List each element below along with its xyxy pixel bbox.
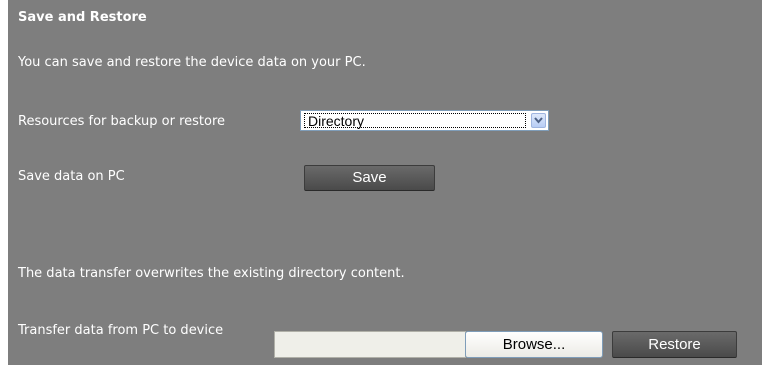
save-restore-panel: Save and Restore You can save and restor… [8,0,762,365]
save-button[interactable]: Save [304,165,435,191]
chevron-down-icon[interactable] [531,113,546,128]
resources-select[interactable]: Directory [300,110,549,131]
browse-button[interactable]: Browse... [465,331,603,358]
transfer-data-label: Transfer data from PC to device [18,323,224,338]
restore-button[interactable]: Restore [612,331,737,358]
select-focus-outline: Directory [304,113,526,129]
resources-selected-value: Directory [308,113,365,129]
intro-text: You can save and restore the device data… [18,55,366,70]
file-path-input[interactable] [274,331,466,358]
save-data-label: Save data on PC [18,169,125,184]
overwrite-warning-text: The data transfer overwrites the existin… [18,266,405,281]
resources-label: Resources for backup or restore [18,114,226,129]
section-title: Save and Restore [18,10,147,25]
